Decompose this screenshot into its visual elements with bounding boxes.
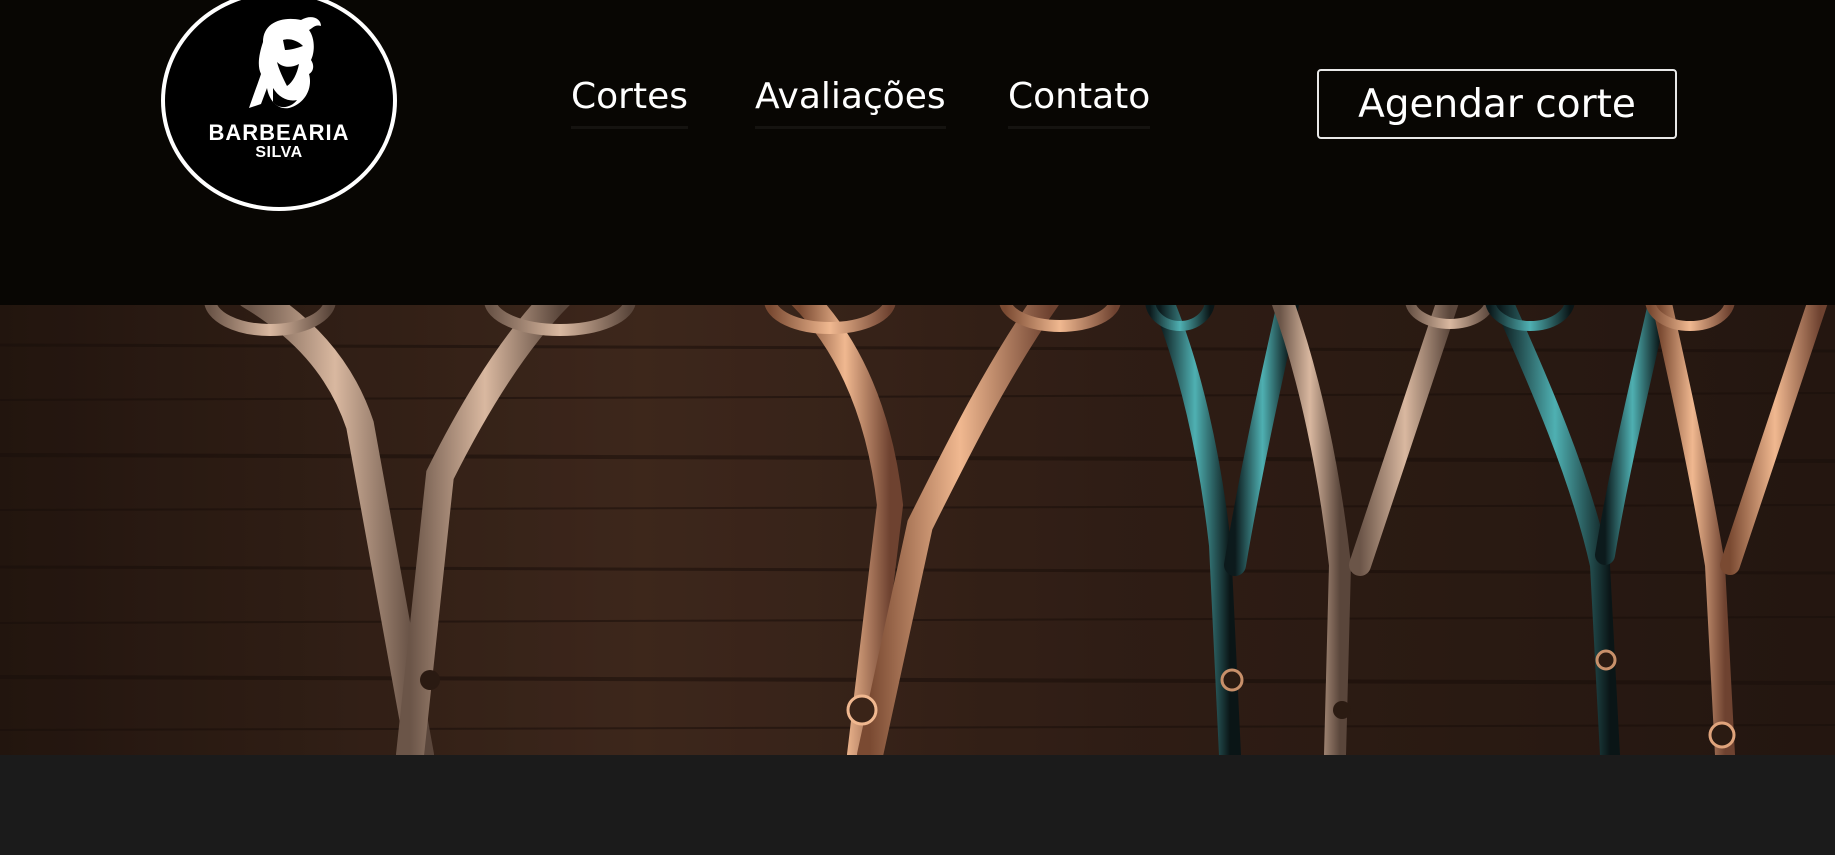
brand-logo[interactable]: BARBEARIA SILVA	[161, 0, 397, 211]
bearded-man-icon	[249, 17, 321, 109]
site-header: BARBEARIA SILVA Cortes Avaliações Contat…	[0, 0, 1835, 305]
nav-link-cortes[interactable]: Cortes	[571, 74, 688, 129]
content-section	[0, 755, 1835, 855]
nav-link-avaliacoes[interactable]: Avaliações	[755, 74, 946, 129]
brand-name: BARBEARIA	[208, 120, 350, 145]
nav-link-contato[interactable]: Contato	[1008, 74, 1151, 129]
brand-subname: SILVA	[255, 144, 303, 161]
book-appointment-button[interactable]: Agendar corte	[1317, 69, 1677, 139]
hero-image	[0, 305, 1835, 755]
barber-scissors-on-wood-photo	[0, 305, 1835, 755]
